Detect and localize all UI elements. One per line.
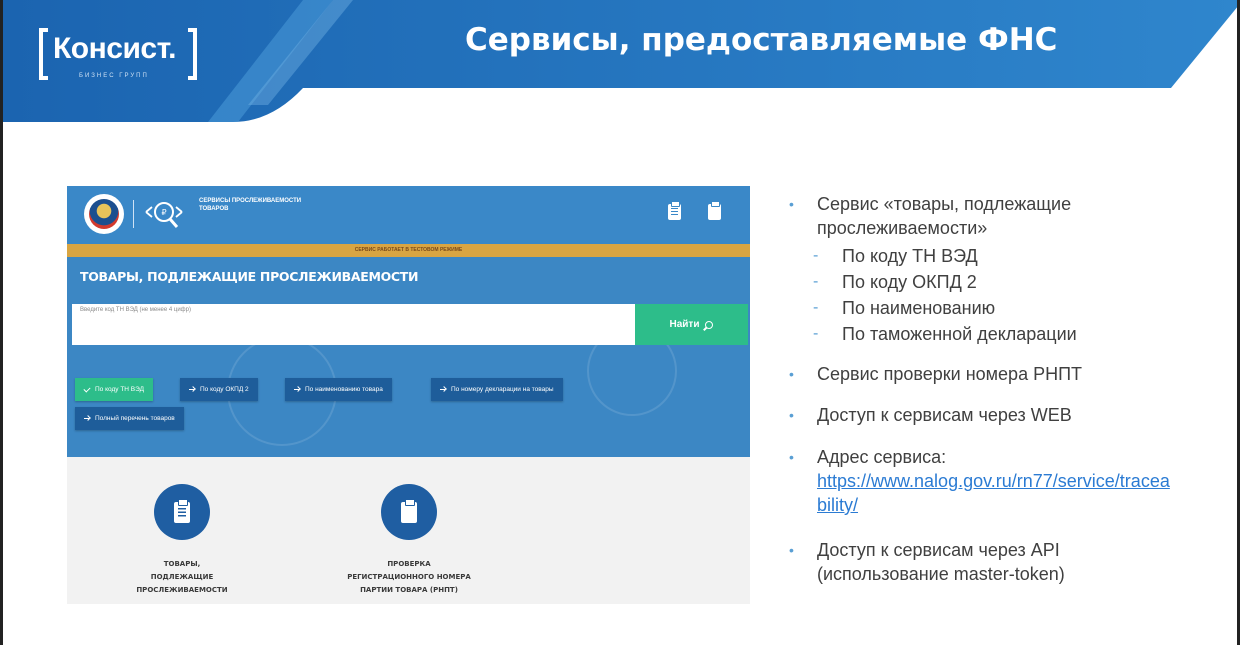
dash-marker: - [813, 299, 819, 316]
filter-label: По номеру декларации на товары [451, 386, 554, 393]
screenshot-hero: ₽ СЕРВИСЫ ПРОСЛЕЖИВАЕМОСТИ ТОВАРОВ СЕРВИ… [67, 186, 750, 457]
logo-bracket-right [188, 28, 197, 80]
bullet-text: Адрес сервиса: [817, 447, 947, 467]
test-mode-banner: СЕРВИС РАБОТАЕТ В ТЕСТОВОМ РЕЖИМЕ [67, 244, 750, 257]
logo-text: Консист. [53, 32, 176, 65]
bullet-text: Доступ к сервисам через WEB [817, 405, 1072, 425]
search-icon [705, 320, 714, 329]
bullet-marker: • [789, 196, 794, 212]
svg-text:₽: ₽ [161, 208, 166, 217]
filter-label: По коду ОКПД 2 [200, 386, 249, 393]
logo-subtext: БИЗНЕС ГРУПП [79, 73, 149, 79]
filter-label: По наименованию товара [305, 386, 383, 393]
caption-line: РЕГИСТРАЦИОННОГО НОМЕРА [347, 573, 471, 581]
caption-line: ПРОСЛЕЖИВАЕМОСТИ [136, 586, 228, 594]
page-heading: ТОВАРЫ, ПОДЛЕЖАЩИЕ ПРОСЛЕЖИВАЕМОСТИ [80, 269, 419, 284]
divider [133, 200, 134, 228]
bullet-text: Сервис проверки номера РНПТ [817, 364, 1083, 384]
filter-okpd2[interactable]: По коду ОКПД 2 [180, 378, 258, 401]
filter-tnved[interactable]: По коду ТН ВЭД [75, 378, 153, 401]
caption-line: ПОДЛЕЖАЩИЕ [150, 573, 214, 581]
sub-bullet-text: По коду ТН ВЭД [842, 246, 978, 266]
caption-line: ПРОВЕРКА [387, 560, 431, 568]
bullet-text: Сервис «товары, подлежащие прослеживаемо… [817, 194, 1072, 238]
screenshot-topbar: ₽ СЕРВИСЫ ПРОСЛЕЖИВАЕМОСТИ ТОВАРОВ [67, 186, 750, 244]
clipboard-list-icon[interactable] [668, 201, 681, 220]
sub-bullet-text: По коду ОКПД 2 [842, 272, 977, 292]
filter-full-list[interactable]: Полный перечень товаров [75, 407, 184, 430]
bullet-marker: • [789, 449, 794, 465]
card-rnpt-caption: ПРОВЕРКА РЕГИСТРАЦИОННОГО НОМЕРА ПАРТИИ … [317, 558, 501, 597]
search-placeholder: Введите код ТН ВЭД (не менее 4 цифр) [80, 307, 191, 313]
filter-declaration[interactable]: По номеру декларации на товары [431, 378, 563, 401]
traceability-logo-icon: ₽ [145, 202, 183, 228]
slide-title: Сервисы, предоставляемые ФНС [465, 22, 1058, 58]
bullet-marker: • [789, 542, 794, 558]
card-rnpt-button[interactable] [381, 484, 437, 540]
search-button[interactable]: Найти [635, 304, 748, 345]
consist-logo: Консист. БИЗНЕС ГРУПП [39, 28, 197, 84]
sub-bullet-text: По таможенной декларации [842, 324, 1077, 344]
clipboard-list-icon [174, 498, 190, 523]
dash-marker: - [813, 273, 819, 290]
filter-name[interactable]: По наименованию товара [285, 378, 392, 401]
logo-bracket-left [39, 28, 48, 80]
bullet-marker: • [789, 407, 794, 423]
dash-marker: - [813, 247, 819, 264]
check-icon [83, 384, 91, 393]
filter-label: По коду ТН ВЭД [95, 386, 144, 393]
filter-label: Полный перечень товаров [95, 415, 175, 422]
clipboard-icon [401, 498, 417, 523]
fns-service-screenshot: ₽ СЕРВИСЫ ПРОСЛЕЖИВАЕМОСТИ ТОВАРОВ СЕРВИ… [67, 186, 750, 604]
search-button-label: Найти [669, 319, 700, 330]
bullet-text: Доступ к сервисам через API (использован… [817, 540, 1065, 584]
caption-line: ПАРТИИ ТОВАРА (РНПТ) [360, 586, 458, 594]
arrow-right-icon [294, 387, 300, 393]
service-url-link[interactable]: https://www.nalog.gov.ru/rn77/service/tr… [817, 469, 1173, 517]
fns-emblem-icon[interactable] [84, 194, 124, 234]
caption-line: ТОВАРЫ, [163, 560, 201, 568]
clipboard-icon[interactable] [708, 201, 721, 220]
card-goods-button[interactable] [154, 484, 210, 540]
sub-bullet-text: По наименованию [842, 298, 996, 318]
service-name: СЕРВИСЫ ПРОСЛЕЖИВАЕМОСТИ ТОВАРОВ [199, 198, 302, 212]
arrow-right-icon [84, 416, 90, 422]
slide: Консист. БИЗНЕС ГРУПП Сервисы, предостав… [0, 0, 1240, 645]
bullet-marker: • [789, 366, 794, 382]
arrow-right-icon [189, 387, 195, 393]
arrow-right-icon [440, 387, 446, 393]
dash-marker: - [813, 325, 819, 342]
card-goods-caption: ТОВАРЫ, ПОДЛЕЖАЩИЕ ПРОСЛЕЖИВАЕМОСТИ [115, 558, 249, 597]
